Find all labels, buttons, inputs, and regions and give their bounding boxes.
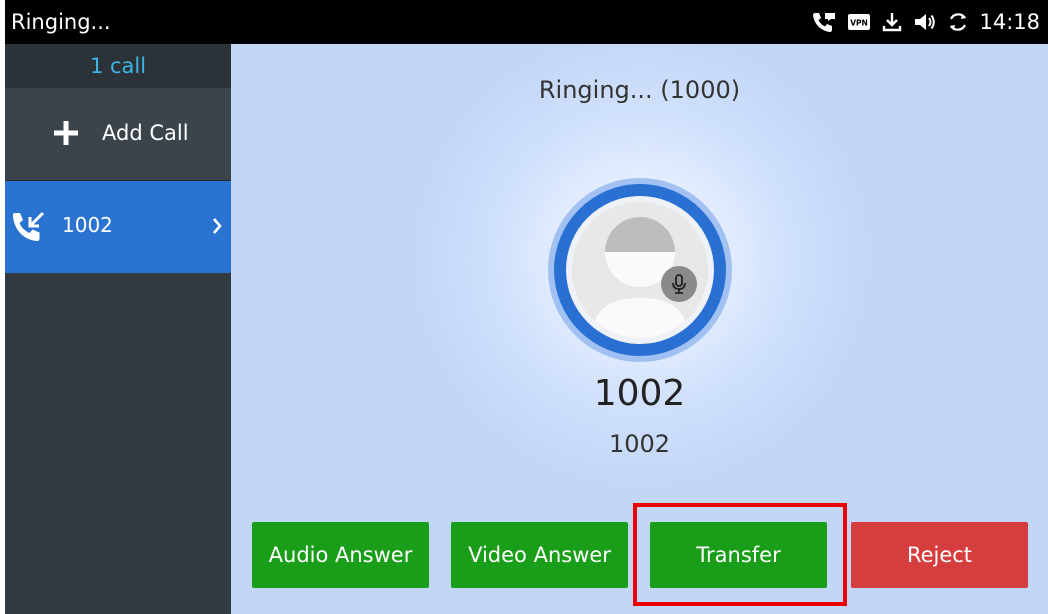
plus-icon [53,120,79,150]
chevron-right-icon [212,217,222,239]
caller-name: 1002 [593,373,686,414]
add-call-label: Add Call [102,121,189,145]
status-bar: Ringing... VPN 14:18 [5,0,1048,44]
status-title: Ringing... [11,10,111,34]
call-number: 1002 [62,213,113,237]
status-icons: VPN 14:18 [811,8,1040,36]
svg-text:VPN: VPN [851,19,869,28]
vpn-icon: VPN [847,13,871,31]
transfer-highlight-box [633,503,847,606]
add-call-button[interactable]: Add Call [5,88,231,181]
reject-button[interactable]: Reject [851,522,1028,588]
audio-answer-button[interactable]: Audio Answer [252,522,429,588]
phone-screen: Ringing... VPN 14:18 1 call Add Call 100… [5,0,1048,614]
download-icon [881,11,903,33]
avatar-frame [566,196,714,344]
call-status: Ringing... (1000) [538,76,741,104]
incoming-call-icon [9,209,49,249]
caller-number: 1002 [608,430,671,458]
call-sidebar: 1 call Add Call 1002 [5,44,231,614]
call-count: 1 call [5,44,231,88]
call-list-item[interactable]: 1002 [5,181,231,273]
status-time: 14:18 [979,10,1040,34]
sync-icon [947,11,969,33]
microphone-icon [661,266,697,302]
avatar [554,184,726,356]
video-answer-button[interactable]: Video Answer [451,522,628,588]
phone-call-icon [811,10,837,34]
volume-icon [913,11,937,33]
